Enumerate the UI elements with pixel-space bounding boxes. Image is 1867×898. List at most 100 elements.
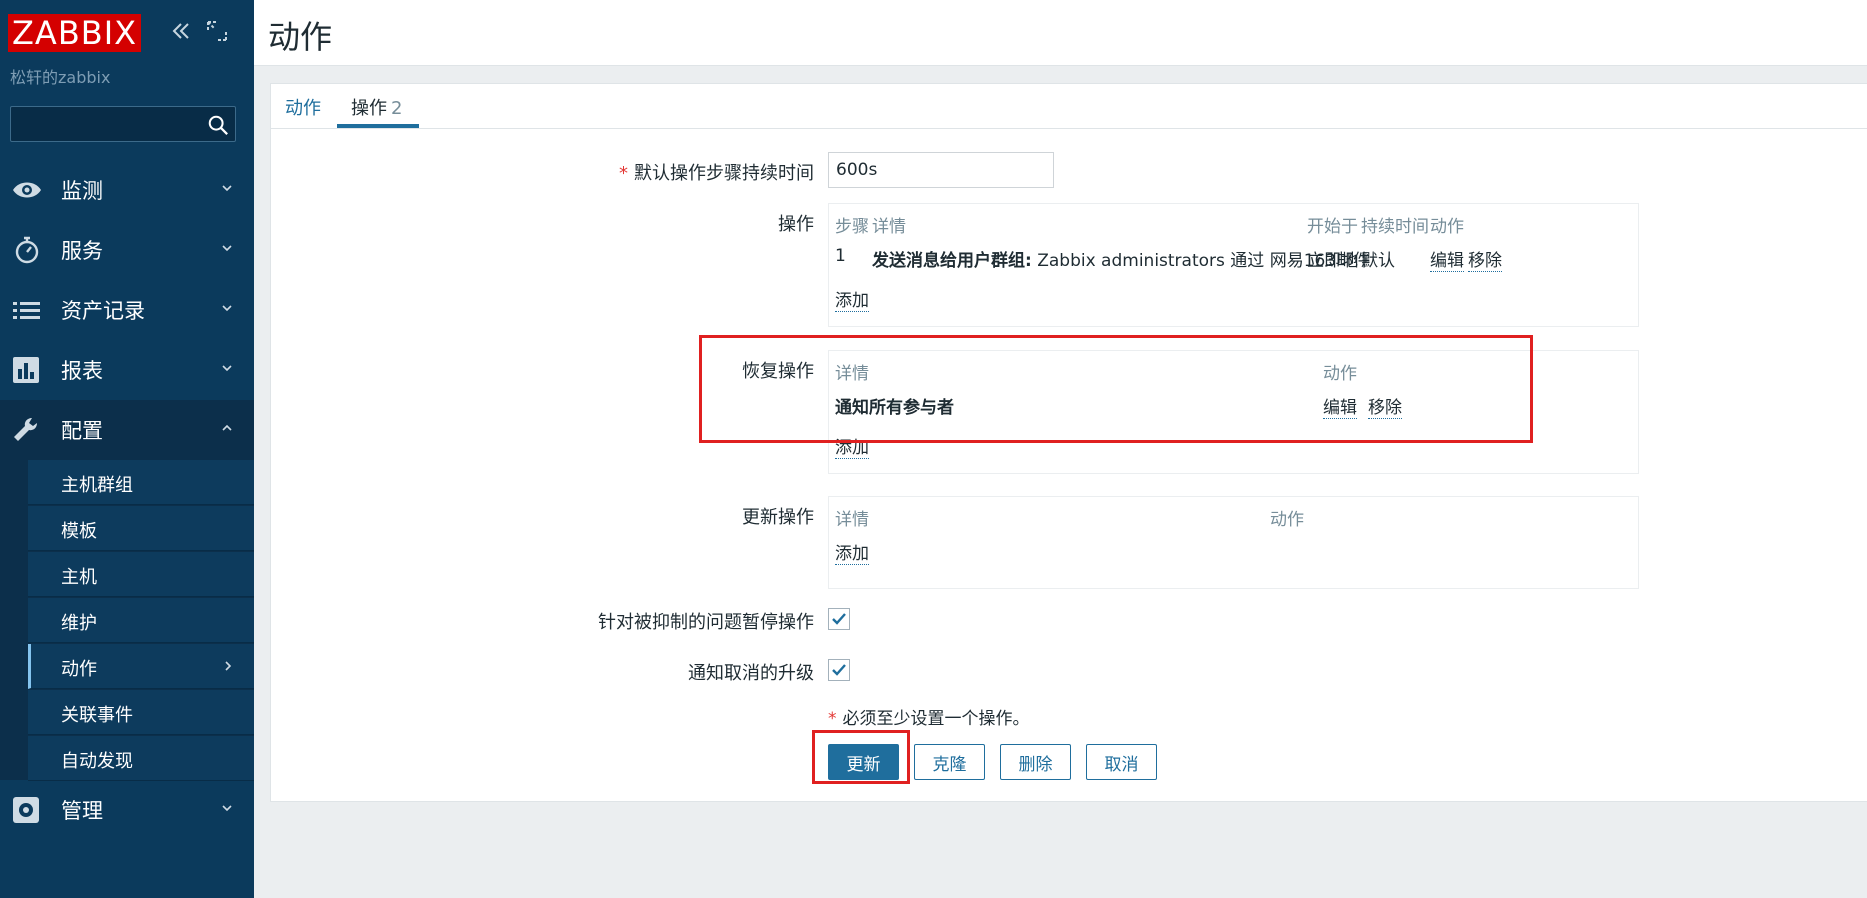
- submenu-host-groups[interactable]: 主机群组: [28, 460, 254, 505]
- menu-services-label: 服务: [61, 239, 103, 263]
- col-details: 详情: [872, 217, 906, 237]
- recovery-operations-table: 详情 动作 通知所有参与者 编辑 移除 添加: [828, 350, 1639, 474]
- recovery-operations-label: 恢复操作: [742, 361, 814, 382]
- tab-action[interactable]: 动作: [285, 94, 321, 120]
- logo-row: ZABBIX: [8, 14, 142, 52]
- pause-suppressed-checkbox[interactable]: [828, 608, 850, 630]
- menu-monitoring-label: 监测: [61, 179, 103, 203]
- col-details: 详情: [835, 510, 869, 530]
- chevron-right-icon: [225, 661, 232, 671]
- server-name: 松轩的zabbix: [10, 68, 111, 87]
- remove-recovery-link[interactable]: 移除: [1368, 393, 1402, 419]
- gear-icon: [13, 797, 39, 823]
- chevron-up-icon: [222, 424, 232, 431]
- menu-monitoring[interactable]: 监测: [0, 160, 254, 220]
- add-update-link[interactable]: 添加: [835, 539, 869, 565]
- chevron-down-icon: [222, 245, 232, 252]
- double-chevron-left-icon: [172, 23, 189, 39]
- operations-label: 操作: [778, 214, 814, 235]
- col-start: 开始于: [1307, 217, 1358, 237]
- submenu-hosts-label: 主机: [61, 567, 97, 588]
- bar-chart-icon: [13, 357, 39, 383]
- chevron-down-icon: [222, 305, 232, 312]
- required-marker: *: [828, 709, 837, 729]
- col-step: 步骤: [835, 217, 869, 237]
- menu-configuration[interactable]: 配置: [0, 400, 254, 460]
- page-header: 动作: [254, 0, 1867, 66]
- row-details-bold: 发送消息给用户群组:: [872, 251, 1032, 271]
- content-panel: 动作 操作2 *默认操作步骤持续时间 操作 步骤 详情 开始于 持续时间 动作 …: [270, 83, 1867, 802]
- required-marker: *: [619, 163, 628, 184]
- checkmark-icon: [832, 613, 846, 625]
- row-step: 1: [835, 246, 846, 266]
- menu-administration[interactable]: 管理: [0, 780, 254, 840]
- cancel-button[interactable]: 取消: [1086, 744, 1157, 780]
- notify-cancelled-checkbox[interactable]: [828, 659, 850, 681]
- tab-operations[interactable]: 操作 2: [351, 94, 402, 120]
- menu-services[interactable]: 服务: [0, 220, 254, 280]
- add-operation-link[interactable]: 添加: [835, 286, 869, 312]
- submenu-actions[interactable]: 动作: [28, 644, 254, 689]
- update-button[interactable]: 更新: [828, 744, 899, 780]
- row-start: 立即地: [1307, 251, 1358, 271]
- menu-reports[interactable]: 报表: [0, 340, 254, 400]
- submenu-host-groups-label: 主机群组: [61, 475, 133, 496]
- required-note-text: 必须至少设置一个操作。: [842, 709, 1030, 729]
- zabbix-logo[interactable]: ZABBIX: [8, 14, 142, 52]
- required-note: * 必须至少设置一个操作。: [828, 704, 1030, 729]
- col-action: 动作: [1323, 364, 1357, 384]
- submenu-correlation[interactable]: 关联事件: [28, 690, 254, 735]
- chevron-down-icon: [222, 365, 232, 372]
- operations-table: 步骤 详情 开始于 持续时间 动作 1 发送消息给用户群组: Zabbix ad…: [828, 203, 1639, 327]
- search-icon[interactable]: [207, 114, 229, 136]
- submenu-discovery[interactable]: 自动发现: [28, 736, 254, 781]
- page-title: 动作: [268, 18, 333, 56]
- row-duration: 默认: [1361, 251, 1395, 271]
- tab-operations-label: 操作: [351, 98, 387, 119]
- submenu-maintenance-label: 维护: [61, 613, 97, 634]
- remove-operation-link[interactable]: 移除: [1468, 246, 1502, 272]
- menu-inventory-label: 资产记录: [61, 299, 145, 323]
- row-details: 通知所有参与者: [835, 398, 954, 418]
- list-icon: [13, 302, 40, 319]
- tab-operations-count: 2: [391, 98, 403, 119]
- stopwatch-icon: [15, 236, 39, 264]
- collapse-sidebar-button[interactable]: [168, 16, 194, 46]
- search-input[interactable]: [11, 107, 201, 141]
- submenu-maintenance[interactable]: 维护: [28, 598, 254, 643]
- expand-icon: [207, 21, 227, 41]
- menu-administration-label: 管理: [61, 799, 103, 823]
- edit-operation-link[interactable]: 编辑: [1430, 246, 1464, 272]
- update-operations-table: 详情 动作 添加: [828, 496, 1639, 589]
- tab-bar: 动作 操作 2: [271, 84, 1867, 129]
- clone-button[interactable]: 克隆: [914, 744, 985, 780]
- chevron-down-icon: [222, 185, 232, 192]
- submenu-discovery-label: 自动发现: [61, 751, 133, 772]
- chevron-down-icon: [222, 805, 232, 812]
- eye-icon: [13, 182, 41, 198]
- duration-label: * 默认操作步骤持续时间: [619, 159, 814, 185]
- submenu-actions-label: 动作: [61, 659, 97, 680]
- duration-label-text: 默认操作步骤持续时间: [634, 163, 814, 184]
- submenu-templates-label: 模板: [61, 521, 97, 542]
- submenu-hosts[interactable]: 主机: [28, 552, 254, 597]
- pause-suppressed-label: 针对被抑制的问题暂停操作: [598, 612, 814, 633]
- menu-configuration-label: 配置: [61, 419, 103, 443]
- default-step-duration-input[interactable]: [828, 152, 1054, 188]
- add-recovery-link[interactable]: 添加: [835, 433, 869, 459]
- kiosk-mode-button[interactable]: [204, 16, 230, 46]
- checkmark-icon: [832, 664, 846, 676]
- wrench-icon: [14, 418, 37, 441]
- menu-inventory[interactable]: 资产记录: [0, 280, 254, 340]
- col-duration: 持续时间: [1361, 217, 1429, 237]
- col-action: 动作: [1270, 510, 1304, 530]
- update-operations-label: 更新操作: [742, 507, 814, 528]
- submenu-templates[interactable]: 模板: [28, 506, 254, 551]
- row-details: 发送消息给用户群组: Zabbix administrators 通过 网易16…: [872, 246, 1370, 271]
- sidebar: ZABBIX 松轩的zabbix 监测 服务 资产记录 报表 配置 主机群组 模…: [0, 0, 254, 898]
- submenu-correlation-label: 关联事件: [61, 705, 133, 726]
- edit-recovery-link[interactable]: 编辑: [1323, 393, 1357, 419]
- configuration-submenu: 主机群组 模板 主机 维护 动作 关联事件 自动发现: [0, 460, 254, 781]
- active-tab-indicator: [337, 124, 419, 128]
- delete-button[interactable]: 删除: [1000, 744, 1071, 780]
